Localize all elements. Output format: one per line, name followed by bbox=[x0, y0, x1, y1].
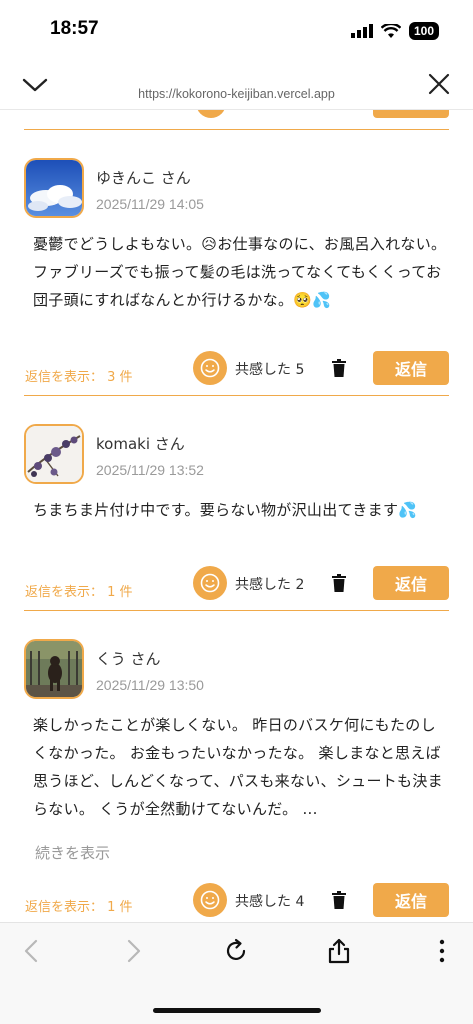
trash-icon[interactable] bbox=[332, 574, 346, 592]
post-card: komaki さん 2025/11/29 13:52 ちまちま片付け中です。要ら… bbox=[0, 396, 473, 610]
reply-button[interactable]: 返信 bbox=[373, 566, 449, 600]
username[interactable]: ゆきんこ さん bbox=[96, 167, 191, 188]
timestamp: 2025/11/29 13:52 bbox=[96, 462, 204, 478]
read-more-link[interactable]: 続きを表示 bbox=[35, 842, 110, 863]
wifi-icon bbox=[380, 23, 401, 38]
empathy-count: 共感した 5 bbox=[235, 362, 305, 378]
status-icons: 100 bbox=[350, 22, 439, 40]
timestamp: 2025/11/29 13:50 bbox=[96, 677, 204, 693]
home-indicator[interactable] bbox=[153, 1008, 321, 1013]
avatar[interactable] bbox=[24, 639, 84, 699]
close-icon[interactable] bbox=[427, 72, 451, 96]
reply-button[interactable]: 返信 bbox=[373, 351, 449, 385]
smiley-icon bbox=[200, 358, 220, 378]
battery-indicator: 100 bbox=[408, 22, 439, 40]
signal-icon bbox=[350, 24, 373, 38]
empathy-button[interactable] bbox=[193, 883, 227, 917]
show-replies-link[interactable]: 返信を表示： 3 件 bbox=[25, 366, 133, 385]
username[interactable]: くう さん bbox=[96, 648, 160, 669]
post-body: 楽しかったことが楽しくない。 昨日のバスケ何にもたのしくなかった。 お金もったい… bbox=[33, 716, 443, 818]
browser-header: https://kokorono-keijiban.vercel.app bbox=[0, 62, 473, 110]
url-display[interactable]: https://kokorono-keijiban.vercel.app bbox=[0, 87, 473, 101]
avatar[interactable] bbox=[24, 158, 84, 218]
arrow-right-icon[interactable] bbox=[119, 937, 147, 965]
reload-icon[interactable] bbox=[222, 937, 250, 965]
post-body: ちまちま片付け中です。要らない物が沢山出てきます💦 bbox=[33, 501, 418, 519]
post-card: くう さん 2025/11/29 13:50 楽しかったことが楽しくない。 昨日… bbox=[0, 611, 473, 921]
timestamp: 2025/11/29 14:05 bbox=[96, 196, 204, 212]
status-bar: 18:57 100 bbox=[0, 0, 473, 62]
smiley-icon bbox=[200, 573, 220, 593]
smiley-icon bbox=[200, 890, 220, 910]
trash-icon[interactable] bbox=[332, 359, 346, 377]
show-replies-link[interactable]: 返信を表示： 1 件 bbox=[25, 896, 133, 915]
reply-button[interactable]: 返信 bbox=[373, 883, 449, 917]
status-time: 18:57 bbox=[50, 18, 99, 39]
more-vertical-icon[interactable] bbox=[428, 937, 456, 965]
post-body: 憂鬱でどうしよもない。😥お仕事なのに、お風呂入れない。ファブリーズでも振って髪の… bbox=[33, 235, 447, 309]
empathy-button[interactable] bbox=[193, 351, 227, 385]
empathy-button[interactable] bbox=[193, 566, 227, 600]
empathy-count: 共感した 4 bbox=[235, 894, 305, 910]
username[interactable]: komaki さん bbox=[96, 433, 185, 454]
empathy-count: 共感した 2 bbox=[235, 577, 305, 593]
post-card: ゆきんこ さん 2025/11/29 14:05 憂鬱でどうしよもない。😥お仕事… bbox=[0, 130, 473, 396]
avatar[interactable] bbox=[24, 424, 84, 484]
share-icon[interactable] bbox=[325, 937, 353, 965]
arrow-left-icon[interactable] bbox=[18, 937, 46, 965]
trash-icon[interactable] bbox=[332, 891, 346, 909]
show-replies-link[interactable]: 返信を表示： 1 件 bbox=[25, 581, 133, 600]
